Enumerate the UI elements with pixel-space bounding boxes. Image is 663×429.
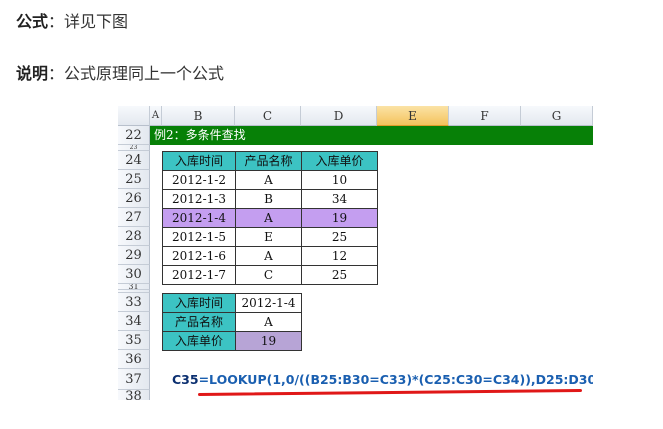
table-cell-highlighted[interactable]: 2012-1-4 <box>162 208 236 228</box>
spreadsheet-screenshot: A B C D E F G 22 23 24 25 26 27 28 29 30… <box>118 106 593 400</box>
row-header-35[interactable]: 35 <box>118 331 150 350</box>
row-header-26[interactable]: 26 <box>118 189 150 208</box>
explanation-heading: 说明 <box>16 64 49 83</box>
table-cell[interactable]: 2012-1-2 <box>162 170 236 190</box>
formula-text: =LOOKUP(1,0/((B25:B30=C33)*(C25:C30=C34)… <box>198 372 593 387</box>
table-cell[interactable]: C <box>235 265 302 285</box>
table-header-price[interactable]: 入库单价 <box>301 151 378 171</box>
column-header-c[interactable]: C <box>235 106 301 126</box>
column-header-g[interactable]: G <box>521 106 593 126</box>
explanation-description: ：公式原理同上一个公式 <box>48 64 225 83</box>
column-header-a[interactable]: A <box>150 106 162 126</box>
example-title-banner: 例2：多条件查找 <box>150 126 593 145</box>
table-cell[interactable]: E <box>235 227 302 247</box>
formula-annotation: C35=LOOKUP(1,0/((B25:B30=C33)*(C25:C30=C… <box>172 372 593 387</box>
table-cell[interactable]: 12 <box>301 246 378 266</box>
table-cell[interactable]: B <box>235 189 302 209</box>
row-header-37[interactable]: 37 <box>118 369 150 390</box>
lookup-price-label[interactable]: 入库单价 <box>162 331 236 351</box>
formula-paragraph: 公式：详见下图 <box>16 8 128 32</box>
explanation-paragraph: 说明：公式原理同上一个公式 <box>16 60 224 84</box>
table-cell[interactable]: 10 <box>301 170 378 190</box>
column-header-b[interactable]: B <box>162 106 235 126</box>
row-header-36[interactable]: 36 <box>118 350 150 369</box>
formula-red-underline <box>197 388 583 397</box>
row-header-38[interactable]: 38 <box>118 390 150 400</box>
table-cell[interactable]: 2012-1-5 <box>162 227 236 247</box>
lookup-date-label[interactable]: 入库时间 <box>162 293 236 313</box>
table-cell[interactable]: A <box>235 246 302 266</box>
lookup-name-label[interactable]: 产品名称 <box>162 312 236 332</box>
formula-heading: 公式 <box>16 12 49 31</box>
lookup-date-value[interactable]: 2012-1-4 <box>235 293 302 313</box>
table-cell[interactable]: A <box>235 170 302 190</box>
row-header-22[interactable]: 22 <box>118 126 150 145</box>
table-cell[interactable]: 2012-1-3 <box>162 189 236 209</box>
table-cell[interactable]: 2012-1-7 <box>162 265 236 285</box>
column-header-e[interactable]: E <box>377 106 449 126</box>
row-header-24[interactable]: 24 <box>118 151 150 170</box>
table-cell[interactable]: 25 <box>301 265 378 285</box>
row-header-30[interactable]: 30 <box>118 265 150 284</box>
lookup-name-value[interactable]: A <box>235 312 302 332</box>
formula-cell-ref: C35 <box>172 372 199 387</box>
column-header-f[interactable]: F <box>449 106 521 126</box>
table-cell-highlighted[interactable]: A <box>235 208 302 228</box>
table-cell-highlighted[interactable]: 19 <box>301 208 378 228</box>
table-cell[interactable]: 34 <box>301 189 378 209</box>
row-header-25[interactable]: 25 <box>118 170 150 189</box>
column-header-d[interactable]: D <box>301 106 377 126</box>
row-header-34[interactable]: 34 <box>118 312 150 331</box>
table-cell[interactable]: 2012-1-6 <box>162 246 236 266</box>
table-header-product[interactable]: 产品名称 <box>235 151 302 171</box>
row-header-33[interactable]: 33 <box>118 293 150 312</box>
row-header-27[interactable]: 27 <box>118 208 150 227</box>
row-header-28[interactable]: 28 <box>118 227 150 246</box>
lookup-price-result[interactable]: 19 <box>235 331 302 351</box>
formula-description: ：详见下图 <box>48 12 129 31</box>
table-cell[interactable]: 25 <box>301 227 378 247</box>
table-header-date[interactable]: 入库时间 <box>162 151 236 171</box>
select-all-corner[interactable] <box>118 106 150 126</box>
row-header-29[interactable]: 29 <box>118 246 150 265</box>
